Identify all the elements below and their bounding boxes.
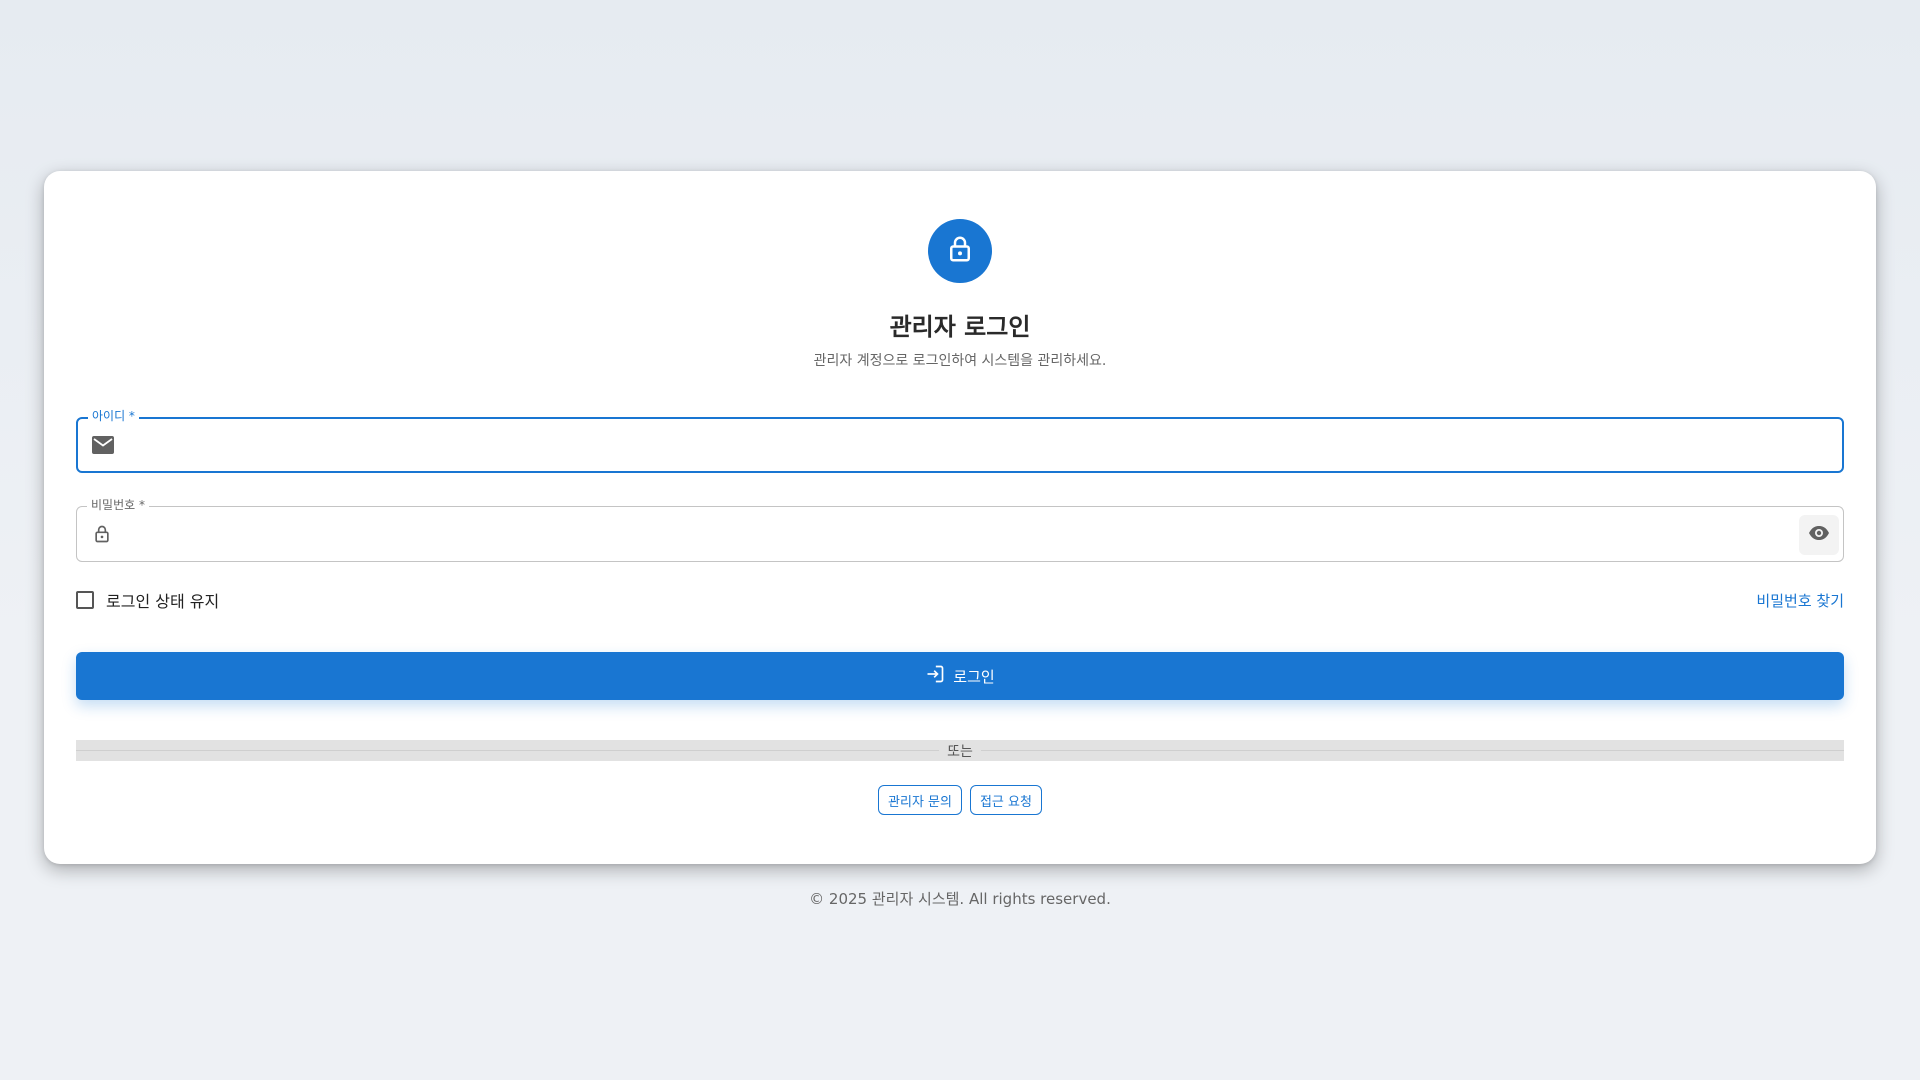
request-access-button[interactable]: 접근 요청 (969, 785, 1042, 815)
mail-icon (92, 434, 114, 456)
login-button[interactable]: 로그인 (76, 652, 1844, 700)
page-subtitle: 관리자 계정으로 로그인하여 시스템을 관리하세요. (813, 353, 1107, 369)
login-icon (925, 664, 953, 688)
username-input[interactable] (128, 419, 1792, 471)
login-button-label: 로그인 (953, 667, 995, 686)
password-field[interactable]: 비밀번호 * (76, 498, 1844, 562)
divider-text: 또는 (939, 740, 981, 761)
password-input[interactable] (127, 507, 1793, 561)
remember-me-label: 로그인 상태 유지 (106, 592, 220, 611)
username-field[interactable]: 아이디 * (76, 409, 1844, 473)
lock-icon (91, 523, 113, 545)
lock-icon (945, 234, 975, 268)
footer-copyright: © 2025 관리자 시스템. All rights reserved. (809, 890, 1111, 908)
remember-me-checkbox[interactable]: 로그인 상태 유지 (76, 588, 219, 612)
login-card: 관리자 로그인 관리자 계정으로 로그인하여 시스템을 관리하세요. 아이디 *… (44, 171, 1876, 864)
lock-avatar (928, 219, 992, 283)
toggle-password-visibility-button[interactable] (1799, 515, 1839, 555)
divider: 또는 (76, 740, 1844, 761)
checkbox-box[interactable] (76, 591, 94, 609)
eye-icon (1808, 525, 1830, 545)
forgot-password-link[interactable]: 비밀번호 찾기 (1756, 590, 1844, 611)
secondary-actions: 관리자 문의 접근 요청 (44, 785, 1876, 815)
page-title: 관리자 로그인 (889, 313, 1031, 341)
contact-admin-button[interactable]: 관리자 문의 (878, 785, 962, 815)
